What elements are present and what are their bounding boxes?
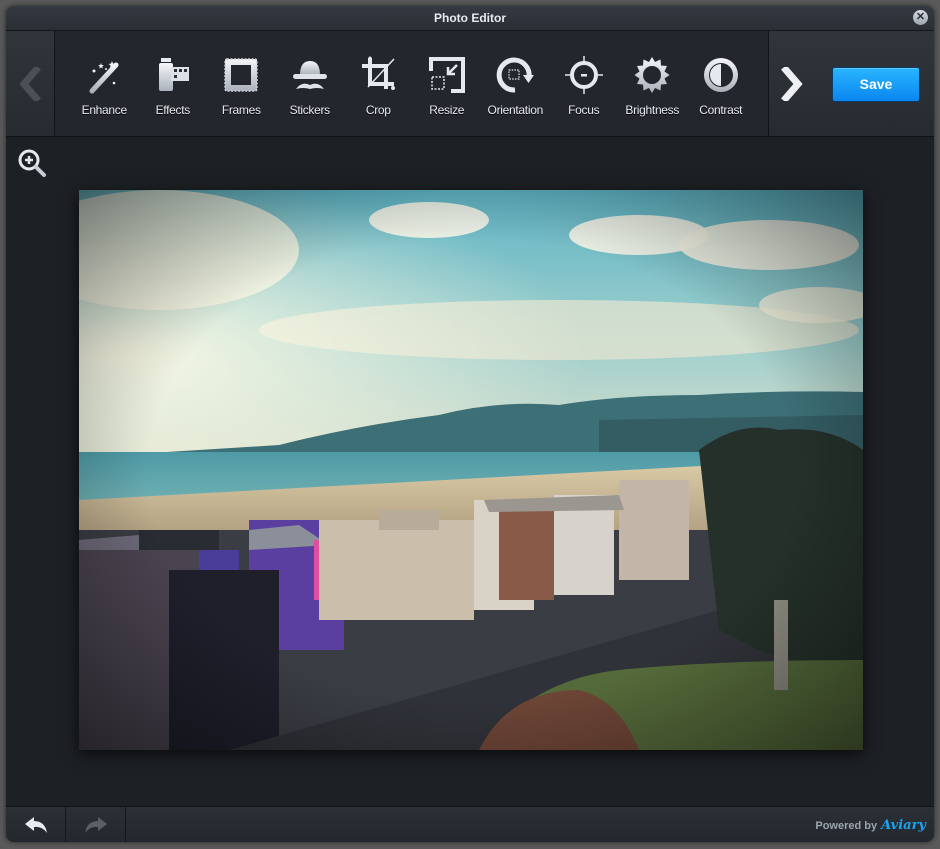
redo-button[interactable] xyxy=(66,807,126,842)
film-roll-icon xyxy=(158,58,189,91)
tool-brightness[interactable]: Brightness xyxy=(618,31,687,136)
save-area: Save xyxy=(815,31,934,136)
tool-label: Enhance xyxy=(81,103,128,117)
undo-button[interactable] xyxy=(6,807,66,842)
tool-enhance[interactable]: Enhance xyxy=(70,31,139,136)
tool-stickers[interactable]: Stickers xyxy=(276,31,345,136)
tool-label: Effects xyxy=(155,103,191,117)
scroll-left-button[interactable] xyxy=(6,31,55,136)
undo-icon xyxy=(24,817,47,833)
magic-wand-icon xyxy=(89,61,119,94)
window-title: Photo Editor xyxy=(434,11,506,25)
toolbar: Enhance Effects Frames Stickers Crop Res… xyxy=(6,31,934,137)
tool-label: Crop xyxy=(365,103,391,117)
save-button[interactable]: Save xyxy=(832,67,920,102)
crosshair-icon xyxy=(564,56,603,94)
tool-label: Orientation xyxy=(487,103,544,117)
scroll-right-button[interactable] xyxy=(768,31,816,136)
photo-canvas[interactable] xyxy=(79,190,863,750)
tool-crop[interactable]: Crop xyxy=(344,31,413,136)
chevron-right-icon xyxy=(781,66,803,101)
tool-label: Resize xyxy=(429,103,465,117)
title-bar: Photo Editor ✕ xyxy=(6,6,934,31)
tool-effects[interactable]: Effects xyxy=(139,31,208,136)
tool-label: Contrast xyxy=(699,103,743,117)
tool-label: Stickers xyxy=(289,103,331,117)
powered-by: Powered by Aviary xyxy=(815,818,926,833)
brand-logo[interactable]: Aviary xyxy=(881,818,926,833)
photo-image xyxy=(79,190,863,750)
bottom-bar: Powered by Aviary xyxy=(6,806,934,842)
close-button[interactable]: ✕ xyxy=(913,10,928,25)
close-icon: ✕ xyxy=(915,11,926,23)
hat-mustache-icon xyxy=(292,61,327,89)
rotate-icon xyxy=(496,57,535,93)
tool-resize[interactable]: Resize xyxy=(413,31,482,136)
tool-orientation[interactable]: Orientation xyxy=(481,31,550,136)
redo-icon xyxy=(84,817,107,833)
tool-label: Focus xyxy=(568,103,600,117)
tool-frames[interactable]: Frames xyxy=(207,31,276,136)
tool-contrast[interactable]: Contrast xyxy=(687,31,756,136)
powered-by-text: Powered by xyxy=(815,820,878,832)
sun-icon xyxy=(634,57,670,93)
photo-editor-window: Photo Editor ✕ Enhance Effects Frames St… xyxy=(6,6,934,842)
tool-focus[interactable]: Focus xyxy=(550,31,619,136)
chevron-left-icon xyxy=(19,66,41,101)
zoom-in-icon xyxy=(18,149,46,177)
crop-icon xyxy=(362,56,396,90)
tool-list: Enhance Effects Frames Stickers Crop Res… xyxy=(70,31,755,136)
frame-icon xyxy=(224,58,258,92)
zoom-in-button[interactable] xyxy=(16,147,48,179)
tool-label: Frames xyxy=(221,103,261,117)
contrast-icon xyxy=(703,58,738,92)
resize-icon xyxy=(428,57,465,93)
canvas-area xyxy=(6,137,934,806)
tool-label: Brightness xyxy=(625,103,680,117)
